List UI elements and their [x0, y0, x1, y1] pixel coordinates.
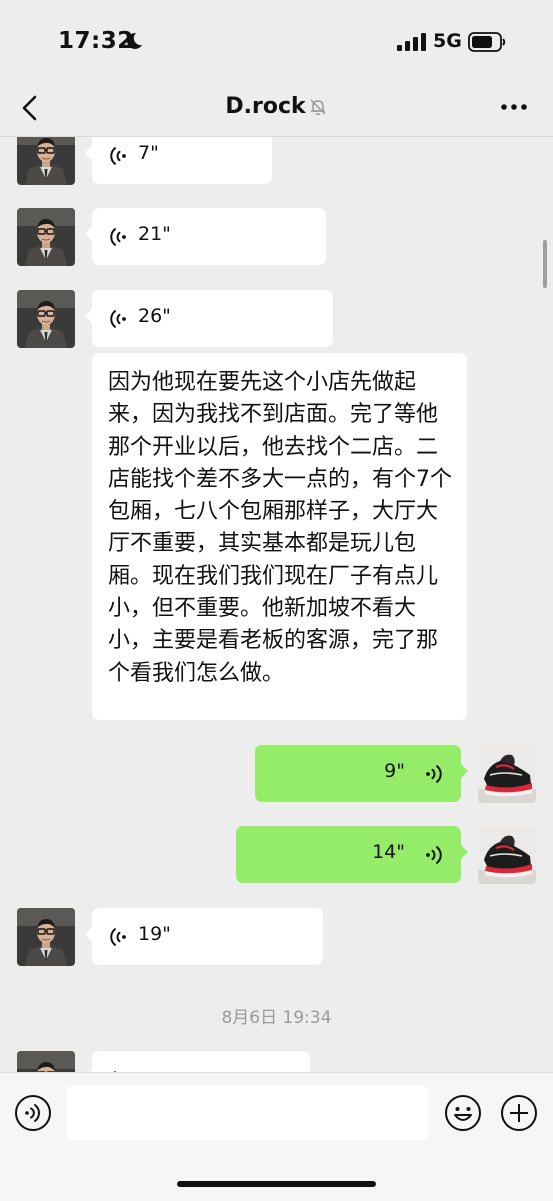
user-avatar[interactable]	[478, 745, 536, 803]
voice-message[interactable]: 7"	[85, 137, 272, 184]
bubble-tail	[85, 309, 92, 323]
contact-avatar[interactable]	[17, 1051, 75, 1072]
chat-timestamp: 8月6日 19:34	[221, 1008, 332, 1028]
voice-wave-icon	[109, 927, 127, 947]
home-indicator	[177, 1181, 376, 1187]
voice-wave-icon	[109, 309, 127, 329]
signal-icon	[397, 33, 426, 51]
bubble-tail	[461, 764, 468, 778]
voice-message[interactable]: 26"	[85, 290, 333, 347]
chat-title-wrap: D.rock	[0, 94, 553, 119]
chat-title: D.rock	[225, 94, 306, 119]
contact-avatar[interactable]	[17, 908, 75, 966]
voice-message[interactable]: 21"	[85, 208, 326, 265]
voice-duration: 21"	[138, 223, 171, 245]
bubble-tail	[85, 927, 92, 941]
ellipsis-icon[interactable]	[500, 102, 528, 112]
message-list[interactable]: 7" 21" 26" 因为他现在要先这个小店先做起来，因为我找不到店面。完了等他…	[0, 137, 553, 1072]
voice-wave-icon	[425, 764, 443, 784]
bubble-tail	[85, 146, 92, 160]
transcription-bubble[interactable]: 因为他现在要先这个小店先做起来，因为我找不到店面。完了等他那个开业以后，他去找个…	[92, 353, 467, 720]
contact-avatar[interactable]	[17, 137, 75, 185]
voice-message-outgoing[interactable]: 9"	[255, 745, 468, 802]
voice-duration: 19"	[138, 923, 171, 945]
transcription-text: 因为他现在要先这个小店先做起来，因为我找不到店面。完了等他那个开业以后，他去找个…	[108, 370, 452, 686]
voice-message[interactable]: 19"	[85, 908, 323, 965]
bubble-tail	[461, 845, 468, 859]
chat-header: D.rock	[0, 80, 553, 137]
status-time: 17:32	[58, 28, 134, 54]
voice-wave-icon	[425, 845, 443, 865]
voice-duration: 9"	[384, 760, 405, 782]
contact-avatar[interactable]	[17, 208, 75, 266]
network-type: 5G	[433, 30, 462, 52]
user-avatar[interactable]	[478, 826, 536, 884]
voice-duration: 14"	[372, 841, 405, 863]
plus-icon[interactable]	[500, 1094, 538, 1132]
voice-duration: 7"	[138, 142, 159, 164]
moon-icon	[127, 32, 142, 49]
bell-muted-icon	[310, 98, 326, 115]
bubble-tail	[85, 227, 92, 241]
voice-wave-icon	[109, 146, 127, 166]
voice-wave-icon	[109, 227, 127, 247]
input-bar	[0, 1072, 553, 1201]
message-input[interactable]	[67, 1086, 428, 1140]
status-bar: 17:32 5G	[0, 0, 553, 80]
emoji-icon[interactable]	[444, 1094, 482, 1132]
voice-message-outgoing[interactable]: 14"	[236, 826, 468, 883]
voice-message-partial[interactable]	[85, 1051, 310, 1072]
voice-input-icon[interactable]	[14, 1094, 52, 1132]
battery-icon	[468, 32, 506, 52]
voice-duration: 26"	[138, 305, 171, 327]
contact-avatar[interactable]	[17, 290, 75, 348]
scrollbar[interactable]	[543, 240, 547, 288]
